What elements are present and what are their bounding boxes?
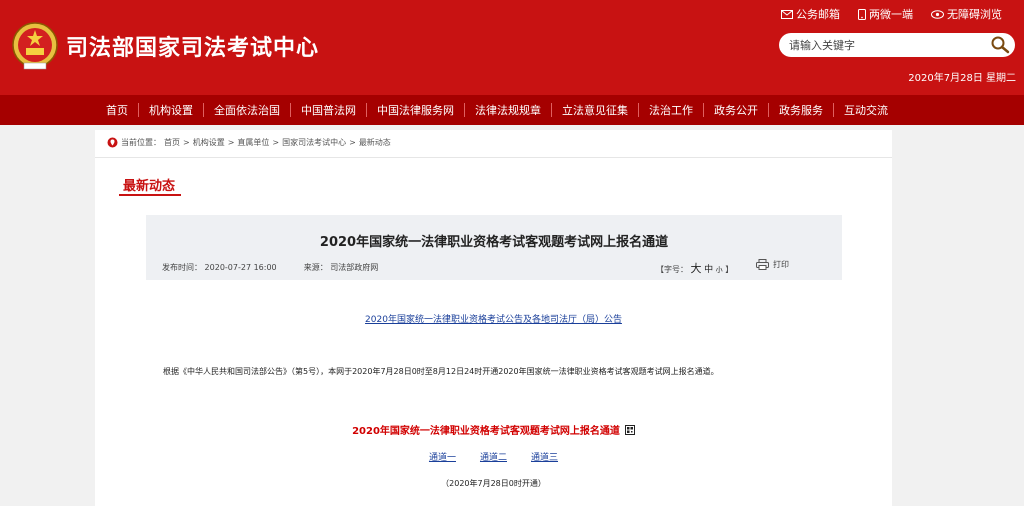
channel-link-1[interactable]: 通道一 <box>429 450 456 463</box>
print-button[interactable]: 打印 <box>756 259 789 270</box>
breadcrumb-divider <box>95 157 892 158</box>
nav-item-legal-work[interactable]: 法治工作 <box>639 102 703 118</box>
source-value: 司法部政府网 <box>330 263 379 272</box>
section-underline <box>119 194 181 196</box>
accessibility-label: 无障碍浏览 <box>947 8 1002 21</box>
site-header: 司法部国家司法考试中心 公务邮箱 两微一端 无障碍浏览 2020年7月28日 星… <box>0 0 1024 95</box>
nav-item-pufa[interactable]: 中国普法网 <box>291 102 366 118</box>
registration-channel-title: 2020年国家统一法律职业资格考试客观题考试网上报名通道 <box>95 422 892 437</box>
search-input[interactable] <box>789 36 979 54</box>
qr-code-icon[interactable] <box>624 425 635 435</box>
nav-item-home[interactable]: 首页 <box>96 102 138 118</box>
font-size-medium[interactable]: 中 <box>704 265 713 275</box>
font-size-small[interactable]: 小 <box>716 266 723 274</box>
phone-icon <box>858 8 866 20</box>
nav-item-government-affairs[interactable]: 政务公开 <box>704 102 768 118</box>
nav-item-laws[interactable]: 法律法规规章 <box>465 102 551 118</box>
article-body: 根据《中华人民共和国司法部公告》（第5号），本网于2020年7月28日0时至8月… <box>163 367 719 376</box>
site-title[interactable]: 司法部国家司法考试中心 <box>66 30 319 62</box>
breadcrumb-separator: > <box>349 138 356 147</box>
print-label: 打印 <box>773 260 789 269</box>
nav-item-organization[interactable]: 机构设置 <box>139 102 203 118</box>
printer-icon <box>756 259 769 270</box>
article-meta: 发布时间： 2020-07-27 16:00 来源： 司法部政府网 <box>162 262 378 273</box>
top-links: 公务邮箱 两微一端 无障碍浏览 <box>781 6 1002 22</box>
article-title: 2020年国家统一法律职业资格考试客观题考试网上报名通道 <box>319 235 669 250</box>
main-nav: 首页 机构设置 全面依法治国 中国普法网 中国法律服务网 法律法规规章 立法意见… <box>0 95 1024 125</box>
content-panel: 当前位置： 首页 > 机构设置 > 直属单位 > 国家司法考试中心 > 最新动态… <box>95 130 892 506</box>
breadcrumb-affiliated-units[interactable]: 直属单位 <box>237 137 269 148</box>
nav-item-legislation-opinions[interactable]: 立法意见征集 <box>552 102 638 118</box>
search-icon[interactable] <box>989 35 1011 55</box>
section-title: 最新动态 <box>123 179 176 194</box>
accessibility-link[interactable]: 无障碍浏览 <box>931 6 1002 22</box>
weibo-wechat-app-link[interactable]: 两微一端 <box>858 6 913 22</box>
registration-channel-title-text: 2020年国家统一法律职业资格考试客观题考试网上报名通道 <box>352 426 620 437</box>
font-size-controls: 【字号： 大 中 小 】 <box>656 260 733 276</box>
font-size-close: 】 <box>725 265 734 274</box>
publish-time: 2020-07-27 16:00 <box>204 263 277 272</box>
nav-item-legal-services[interactable]: 中国法律服务网 <box>367 102 464 118</box>
mail-icon <box>781 9 793 19</box>
breadcrumb-exam-center[interactable]: 国家司法考试中心 <box>282 137 346 148</box>
breadcrumb-separator: > <box>183 138 190 147</box>
announcement-link[interactable]: 2020年国家统一法律职业资格考试公告及各地司法厅（局）公告 <box>95 312 892 325</box>
search-box <box>779 33 1015 57</box>
breadcrumb-separator: > <box>272 138 280 147</box>
current-date: 2020年7月28日 星期二 <box>908 73 1016 84</box>
breadcrumb: 当前位置： 首页 > 机构设置 > 直属单位 > 国家司法考试中心 > 最新动态 <box>107 137 391 148</box>
mail-link[interactable]: 公务邮箱 <box>781 6 840 22</box>
nav-item-rule-of-law[interactable]: 全面依法治国 <box>204 102 290 118</box>
open-time-note: （2020年7月28日0时开通） <box>441 479 546 488</box>
font-size-label: 【字号： <box>656 265 688 274</box>
nav-item-government-services[interactable]: 政务服务 <box>769 102 833 118</box>
source-label: 来源： <box>303 263 328 272</box>
publish-label: 发布时间： <box>162 263 202 272</box>
channel-link-3[interactable]: 通道三 <box>531 450 558 463</box>
nav-item-interaction[interactable]: 互动交流 <box>834 102 898 118</box>
breadcrumb-latest-news[interactable]: 最新动态 <box>359 137 391 148</box>
article-header: 2020年国家统一法律职业资格考试客观题考试网上报名通道 发布时间： 2020-… <box>146 215 842 280</box>
font-size-large[interactable]: 大 <box>691 262 702 275</box>
breadcrumb-separator: > <box>227 138 235 147</box>
registration-channels: 通道一 通道二 通道三 <box>95 450 892 463</box>
breadcrumb-organization[interactable]: 机构设置 <box>193 137 225 148</box>
breadcrumb-home[interactable]: 首页 <box>164 137 180 148</box>
eye-icon <box>931 9 944 19</box>
national-emblem-icon <box>12 22 58 70</box>
channel-link-2[interactable]: 通道二 <box>480 450 507 463</box>
mail-link-label: 公务邮箱 <box>796 8 840 21</box>
weibo-wechat-app-label: 两微一端 <box>869 8 913 21</box>
location-icon <box>107 137 118 148</box>
breadcrumb-label: 当前位置： <box>121 138 161 147</box>
